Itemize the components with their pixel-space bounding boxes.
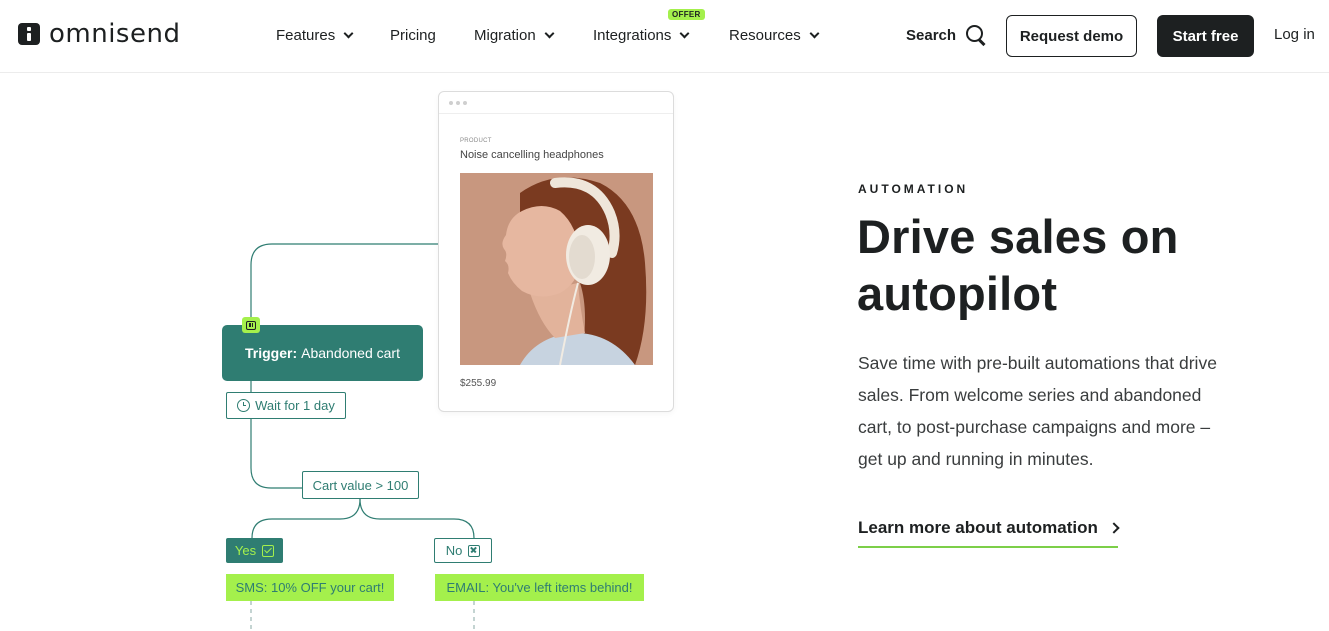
trigger-node: Trigger: Abandoned cart — [222, 325, 423, 381]
trigger-value: Abandoned cart — [301, 345, 400, 361]
section-eyebrow: AUTOMATION — [858, 182, 969, 196]
window-dot-icon — [449, 101, 453, 105]
condition-node: Cart value > 100 — [302, 471, 419, 499]
learn-more-automation-link[interactable]: Learn more about automation — [858, 518, 1120, 548]
email-action-node: EMAIL: You've left items behind! — [435, 574, 644, 601]
condition-label: Cart value > 100 — [312, 477, 409, 493]
yes-branch: Yes — [226, 538, 283, 563]
search-icon — [966, 25, 986, 45]
search-button[interactable]: Search — [906, 25, 986, 45]
chevron-right-icon — [1108, 522, 1120, 534]
trigger-badge — [242, 317, 260, 333]
product-card: PRODUCT Noise cancelling headphones $255… — [438, 91, 674, 412]
no-branch: No — [434, 538, 492, 563]
search-label: Search — [906, 26, 957, 44]
page-title: Drive sales on autopilot — [857, 210, 1179, 320]
sms-action-label: SMS: 10% OFF your cart! — [235, 580, 385, 595]
window-dot-icon — [456, 101, 460, 105]
card-window-bar — [439, 92, 673, 114]
hero-description: Save time with pre-built automations tha… — [858, 353, 1217, 469]
learn-more-label: Learn more about automation — [858, 518, 1098, 537]
login-link[interactable]: Log in — [1274, 26, 1315, 43]
product-name: Noise cancelling headphones — [460, 149, 604, 161]
sms-action-node: SMS: 10% OFF your cart! — [226, 574, 394, 601]
no-label: No — [445, 543, 463, 558]
headphones-portrait-image — [460, 173, 653, 365]
request-demo-button[interactable]: Request demo — [1006, 15, 1137, 57]
nav-resources-label: Resources — [729, 26, 801, 44]
product-label: PRODUCT — [460, 138, 492, 144]
chevron-down-icon — [809, 28, 820, 38]
window-dot-icon — [463, 101, 467, 105]
checkbox-x-icon — [468, 544, 481, 557]
trigger-prefix: Trigger: — [245, 345, 298, 361]
product-photo-woman-with-headphones — [460, 173, 653, 365]
yes-label: Yes — [234, 543, 257, 558]
clock-icon — [237, 399, 251, 412]
trigger-icon — [246, 320, 256, 330]
wait-node: Wait for 1 day — [226, 392, 346, 419]
wait-label: Wait for 1 day — [255, 398, 335, 413]
email-action-label: EMAIL: You've left items behind! — [446, 580, 633, 595]
checkbox-check-icon — [262, 544, 275, 557]
nav-resources[interactable]: Resources — [729, 25, 820, 45]
product-price: $255.99 — [460, 378, 497, 389]
start-free-button[interactable]: Start free — [1157, 15, 1254, 57]
